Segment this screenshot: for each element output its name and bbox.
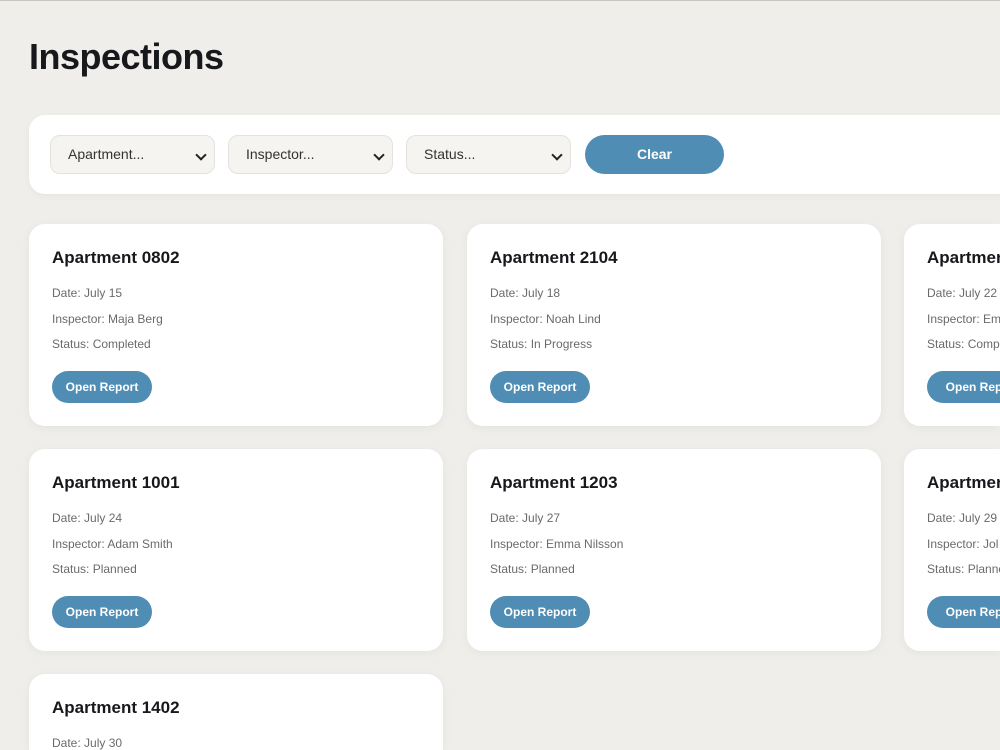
card-status: Status: In Progress [490,337,592,351]
date-value: July 30 [84,736,123,750]
open-report-button[interactable]: Open Report [927,596,1000,628]
card-title: Apartmen [927,473,1000,492]
status-value: In Progress [530,337,593,351]
card-date: Date: July 22 [927,286,997,300]
status-value: Planned [92,562,137,576]
inspector-value: Jol [983,537,999,551]
inspection-card: Apartment 1402 Date: July 30 [29,674,443,750]
status-value: Comp [967,337,1000,351]
card-inspector: Inspector: Emma Nilsson [490,537,623,551]
status-value: Planne [967,562,1000,576]
card-date: Date: July 24 [52,511,122,525]
open-report-button[interactable]: Open Report [52,596,152,628]
date-value: July 22 [959,286,998,300]
inspection-card: Apartment 1001 Date: July 24 Inspector: … [29,449,443,651]
date-label: Date: [52,286,81,300]
card-date: Date: July 29 [927,511,997,525]
card-status: Status: Completed [52,337,151,351]
status-select[interactable]: Status... [406,135,571,174]
status-select-label: Status... [424,146,476,162]
status-label: Status: [927,562,965,576]
inspector-select-label: Inspector... [246,146,315,162]
open-report-button[interactable]: Open Report [927,371,1000,403]
inspector-label: Inspector: [490,312,543,326]
date-value: July 27 [522,511,561,525]
page-title: Inspections [29,36,224,77]
apartment-select[interactable]: Apartment... [50,135,215,174]
date-label: Date: [490,511,519,525]
status-value: Completed [92,337,151,351]
card-date: Date: July 18 [490,286,560,300]
open-report-button[interactable]: Open Report [52,371,152,403]
inspector-value: Maja Berg [108,312,163,326]
card-title: Apartment 1001 [52,473,180,492]
inspection-card: Apartmen Date: July 29 Inspector: Jol St… [904,449,1000,651]
filter-bar: Apartment... Inspector... Status... Clea… [29,115,1000,194]
card-inspector: Inspector: Jol [927,537,998,551]
inspector-value: Em [983,312,1000,326]
card-date: Date: July 15 [52,286,122,300]
inspector-value: Emma Nilsson [546,537,624,551]
date-label: Date: [52,511,81,525]
card-title: Apartment 2104 [490,248,618,267]
date-label: Date: [927,286,956,300]
chevron-down-icon [373,149,385,161]
card-inspector: Inspector: Em [927,312,1000,326]
inspection-card: Apartmen Date: July 22 Inspector: Em Sta… [904,224,1000,426]
status-label: Status: [490,562,528,576]
inspector-label: Inspector: [927,312,980,326]
date-value: July 15 [84,286,123,300]
card-status: Status: Planne [927,562,1000,576]
date-value: July 18 [522,286,561,300]
inspector-label: Inspector: [52,537,105,551]
apartment-select-label: Apartment... [68,146,145,162]
card-title: Apartment 1402 [52,698,180,717]
inspection-card: Apartment 0802 Date: July 15 Inspector: … [29,224,443,426]
card-title: Apartment 0802 [52,248,180,267]
status-label: Status: [52,562,90,576]
date-value: July 29 [959,511,998,525]
inspector-label: Inspector: [927,537,980,551]
inspector-value: Adam Smith [107,537,173,551]
card-date: Date: July 27 [490,511,560,525]
inspector-label: Inspector: [490,537,543,551]
card-inspector: Inspector: Maja Berg [52,312,163,326]
inspection-card: Apartment 1203 Date: July 27 Inspector: … [467,449,881,651]
card-inspector: Inspector: Noah Lind [490,312,601,326]
date-label: Date: [927,511,956,525]
chevron-down-icon [195,149,207,161]
card-date: Date: July 30 [52,736,122,750]
card-inspector: Inspector: Adam Smith [52,537,173,551]
inspector-value: Noah Lind [546,312,601,326]
status-label: Status: [927,337,965,351]
open-report-button[interactable]: Open Report [490,596,590,628]
top-border [0,0,1000,1]
inspector-select[interactable]: Inspector... [228,135,393,174]
clear-button[interactable]: Clear [585,135,724,174]
card-status: Status: Planned [52,562,137,576]
card-title: Apartmen [927,248,1000,267]
status-label: Status: [490,337,528,351]
open-report-button[interactable]: Open Report [490,371,590,403]
card-status: Status: Planned [490,562,575,576]
inspector-label: Inspector: [52,312,105,326]
date-label: Date: [490,286,519,300]
status-label: Status: [52,337,90,351]
status-value: Planned [530,562,575,576]
inspection-card: Apartment 2104 Date: July 18 Inspector: … [467,224,881,426]
date-value: July 24 [84,511,123,525]
date-label: Date: [52,736,81,750]
card-title: Apartment 1203 [490,473,618,492]
chevron-down-icon [551,149,563,161]
card-status: Status: Comp [927,337,1000,351]
